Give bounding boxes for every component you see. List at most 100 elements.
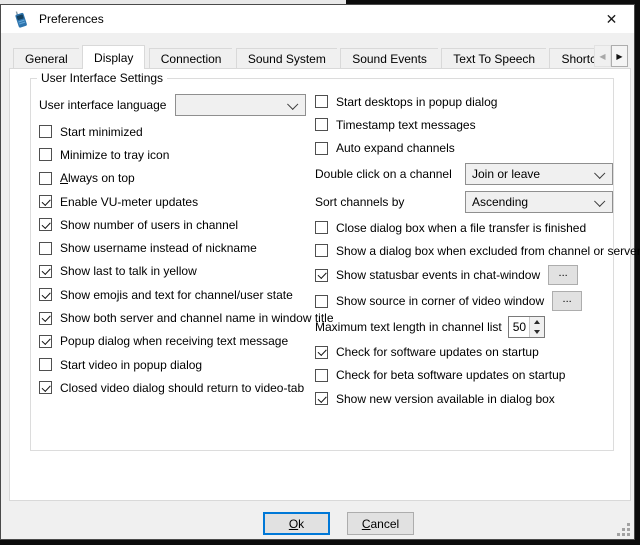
checkbox-server-channel-title[interactable]: Show both server and channel name in win… xyxy=(39,306,311,329)
checkbox[interactable] xyxy=(315,346,328,359)
checkbox[interactable] xyxy=(39,148,52,161)
checkbox-label: Auto expand channels xyxy=(336,141,455,155)
tab-text-to-speech[interactable]: Text To Speech xyxy=(441,48,546,69)
left-column: User interface language Start minimized … xyxy=(39,90,311,400)
checkbox-label: Minimize to tray icon xyxy=(60,148,169,162)
checkbox-check-updates[interactable]: Check for software updates on startup xyxy=(315,340,611,363)
checkbox-label: Popup dialog when receiving text message xyxy=(60,334,288,348)
checkbox-show-user-count[interactable]: Show number of users in channel xyxy=(39,213,311,236)
checkbox[interactable] xyxy=(315,142,328,155)
checkbox-label: Enable VU-meter updates xyxy=(60,195,198,209)
cancel-button-label: Cancel xyxy=(362,517,399,531)
statusbar-events-row[interactable]: Show statusbar events in chat-window ... xyxy=(315,262,611,288)
checkbox-video-popup[interactable]: Start video in popup dialog xyxy=(39,353,311,376)
chevron-down-icon xyxy=(287,99,298,110)
checkbox[interactable] xyxy=(39,218,52,231)
video-source-options-button[interactable]: ... xyxy=(552,291,582,311)
checkbox-popup-text-message[interactable]: Popup dialog when receiving text message xyxy=(39,330,311,353)
checkbox[interactable] xyxy=(315,392,328,405)
tab-sound-events[interactable]: Sound Events xyxy=(340,48,438,69)
checkbox[interactable] xyxy=(315,95,328,108)
checkbox-label: Show both server and channel name in win… xyxy=(60,311,334,325)
cancel-button[interactable]: Cancel xyxy=(347,512,414,535)
checkbox-close-on-transfer[interactable]: Close dialog box when a file transfer is… xyxy=(315,216,611,239)
checkbox-vu-meter[interactable]: Enable VU-meter updates xyxy=(39,190,311,213)
resize-grip-icon[interactable] xyxy=(617,523,630,536)
sort-channels-combobox[interactable]: Ascending xyxy=(465,191,613,213)
spin-up-icon[interactable] xyxy=(530,317,544,327)
checkbox-new-version-dialog[interactable]: Show new version available in dialog box xyxy=(315,387,611,410)
checkbox-label: Show statusbar events in chat-window xyxy=(336,268,540,282)
checkbox-show-username[interactable]: Show username instead of nickname xyxy=(39,236,311,259)
language-combobox[interactable] xyxy=(175,94,306,116)
checkbox-label: Check for software updates on startup xyxy=(336,345,539,359)
checkbox-start-minimized[interactable]: Start minimized xyxy=(39,120,311,143)
checkbox-label: Timestamp text messages xyxy=(336,118,476,132)
checkbox-auto-expand[interactable]: Auto expand channels xyxy=(315,137,611,160)
checkbox-label: Show emojis and text for channel/user st… xyxy=(60,288,293,302)
checkbox[interactable] xyxy=(315,221,328,234)
checkbox[interactable] xyxy=(39,195,52,208)
checkbox-emojis-text[interactable]: Show emojis and text for channel/user st… xyxy=(39,283,311,306)
checkbox-minimize-to-tray[interactable]: Minimize to tray icon xyxy=(39,143,311,166)
checkbox-label: Show source in corner of video window xyxy=(336,294,544,308)
tab-scroll-buttons: ◀ ▶ xyxy=(594,45,628,67)
titlebar[interactable]: Preferences ✕ xyxy=(1,5,634,33)
checkbox[interactable] xyxy=(39,312,52,325)
statusbar-events-options-button[interactable]: ... xyxy=(548,265,578,285)
checkbox-label: Start minimized xyxy=(60,125,143,139)
tab-bar: General Display Connection Sound System … xyxy=(13,45,601,69)
checkbox[interactable] xyxy=(39,242,52,255)
sort-channels-value: Ascending xyxy=(472,195,528,209)
checkbox-closed-video-return[interactable]: Closed video dialog should return to vid… xyxy=(39,376,311,399)
spin-down-icon[interactable] xyxy=(530,327,544,337)
checkbox-label: Show number of users in channel xyxy=(60,218,238,232)
video-source-row[interactable]: Show source in corner of video window ..… xyxy=(315,288,611,314)
checkbox-label: Close dialog box when a file transfer is… xyxy=(336,221,586,235)
preferences-dialog: Preferences ✕ General Display Connection… xyxy=(0,4,635,540)
max-text-length-spinbox[interactable]: 50 xyxy=(508,316,545,338)
tab-display[interactable]: Display xyxy=(82,45,145,69)
checkbox-timestamp-messages[interactable]: Timestamp text messages xyxy=(315,113,611,136)
sort-channels-row: Sort channels by Ascending xyxy=(315,188,611,216)
tab-sound-system[interactable]: Sound System xyxy=(236,48,337,69)
checkbox-label: Check for beta software updates on start… xyxy=(336,368,565,382)
checkbox-label: Show a dialog box when excluded from cha… xyxy=(336,244,640,258)
spinbox-arrows xyxy=(529,317,544,337)
tab-general[interactable]: General xyxy=(13,48,79,69)
user-interface-settings-group: User Interface Settings User interface l… xyxy=(30,78,614,451)
checkbox-excluded-dialog[interactable]: Show a dialog box when excluded from cha… xyxy=(315,239,611,262)
checkbox[interactable] xyxy=(315,244,328,257)
checkbox[interactable] xyxy=(315,118,328,131)
language-row: User interface language xyxy=(39,90,311,120)
checkbox[interactable] xyxy=(39,125,52,138)
checkbox[interactable] xyxy=(39,288,52,301)
checkbox-label: Closed video dialog should return to vid… xyxy=(60,381,304,395)
double-click-combobox[interactable]: Join or leave xyxy=(465,163,613,185)
max-text-length-row: Maximum text length in channel list 50 xyxy=(315,314,611,340)
checkbox-last-to-talk[interactable]: Show last to talk in yellow xyxy=(39,260,311,283)
chevron-down-icon xyxy=(594,196,605,207)
checkbox-desktops-popup[interactable]: Start desktops in popup dialog xyxy=(315,90,611,113)
checkbox[interactable] xyxy=(39,381,52,394)
checkbox-always-on-top[interactable]: Always on top xyxy=(39,167,311,190)
window-title: Preferences xyxy=(39,12,104,26)
teamtalk-app-icon xyxy=(12,10,30,28)
checkbox[interactable] xyxy=(39,358,52,371)
tab-scroll-right-icon[interactable]: ▶ xyxy=(611,45,628,67)
language-label: User interface language xyxy=(39,98,175,112)
checkbox[interactable] xyxy=(315,295,328,308)
checkbox[interactable] xyxy=(315,369,328,382)
checkbox[interactable] xyxy=(39,265,52,278)
tab-scroll-left-icon[interactable]: ◀ xyxy=(594,45,611,67)
checkbox[interactable] xyxy=(39,172,52,185)
checkbox[interactable] xyxy=(315,269,328,282)
ok-button[interactable]: Ok xyxy=(263,512,330,535)
checkbox-check-beta-updates[interactable]: Check for beta software updates on start… xyxy=(315,364,611,387)
max-text-length-label: Maximum text length in channel list xyxy=(315,320,502,334)
sort-channels-label: Sort channels by xyxy=(315,195,465,209)
tab-connection[interactable]: Connection xyxy=(149,48,233,69)
close-button[interactable]: ✕ xyxy=(589,5,634,33)
checkbox[interactable] xyxy=(39,335,52,348)
ok-button-label: Ok xyxy=(289,517,304,531)
